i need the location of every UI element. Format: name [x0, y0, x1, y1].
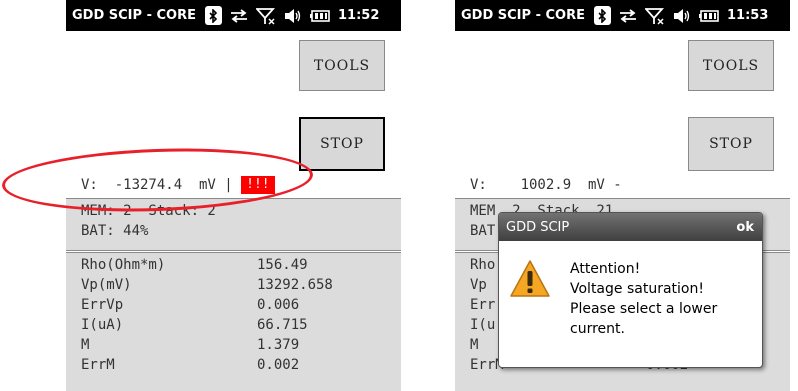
tools-button[interactable]: TOOLS [299, 40, 385, 91]
app-title: GDD SCIP - CORE [461, 8, 585, 23]
row-label: M [470, 337, 479, 353]
stop-button[interactable]: STOP [299, 117, 385, 171]
row-value: 0.006 [257, 297, 300, 313]
row-value: 1.379 [257, 337, 300, 353]
clock: 11:53 [726, 8, 769, 23]
voltage-saturation-dialog: GDD SCIP ok Attention! Voltage saturatio… [498, 212, 763, 368]
battery-icon [698, 9, 719, 22]
device-screen-right: GDD SCIP - CORE 11:53 TOOLS STOP V: 1002… [455, 0, 790, 391]
volume-icon [284, 8, 302, 24]
title-bar: GDD SCIP - CORE 11:53 [455, 0, 790, 31]
app-title: GDD SCIP - CORE [72, 8, 196, 23]
row-value: 156.49 [257, 257, 308, 273]
dialog-title: GDD SCIP [506, 219, 570, 235]
bluetooth-icon [593, 6, 611, 25]
row-label: Vp [470, 277, 487, 293]
memory-stack-line: MEM: 2 Stack: 2 [81, 203, 216, 219]
row-label: ErrVp [81, 297, 124, 313]
dialog-line: Please select a lower [570, 301, 718, 317]
row-label: ErrM [81, 357, 115, 373]
voltage-readout: V: -13274.4 mV | !!! [66, 173, 401, 197]
row-label: Err [470, 297, 496, 313]
sync-arrows-icon [619, 8, 637, 24]
dialog-line: current. [570, 321, 625, 337]
dialog-title-bar: GDD SCIP ok [499, 213, 762, 241]
dialog-ok-button[interactable]: ok [736, 220, 754, 235]
measurements-panel: Rho(Ohm*m) 156.49 Vp(mV) 13292.658 ErrVp 0.… [66, 252, 401, 391]
row-value: 66.715 [257, 317, 308, 333]
clock: 11:52 [337, 8, 380, 23]
battery-line: BAT [470, 223, 496, 239]
saturation-alert-badge: !!! [241, 176, 275, 194]
battery-line: BAT: 44% [81, 223, 149, 239]
device-screen-left: GDD SCIP - CORE 11:52 TOOLS STOP V: -132… [66, 0, 401, 391]
row-label: Rho(Ohm*m) [81, 257, 166, 273]
stop-button[interactable]: STOP [688, 117, 774, 171]
dialog-line: Voltage saturation! [570, 281, 704, 297]
row-label: M [81, 337, 90, 353]
dialog-line: Attention! [570, 261, 641, 277]
no-signal-icon [255, 7, 276, 25]
row-value: 0.002 [257, 357, 300, 373]
row-label: I(u [470, 317, 496, 333]
no-signal-icon [644, 7, 665, 25]
row-value: 13292.658 [257, 277, 333, 293]
memory-panel: MEM: 2 Stack: 2 BAT: 44% [66, 198, 401, 251]
battery-icon [309, 9, 330, 22]
warning-icon [509, 259, 551, 303]
voltage-readout: V: 1002.9 mV - [470, 177, 622, 193]
dialog-message: Attention! Voltage saturation! Please se… [570, 259, 717, 339]
row-label: Rho [470, 257, 496, 273]
title-bar: GDD SCIP - CORE 11:52 [66, 0, 401, 31]
volume-icon [673, 8, 691, 24]
voltage-text: V: -13274.4 mV | [81, 177, 233, 193]
dialog-body: Attention! Voltage saturation! Please se… [499, 241, 762, 367]
row-label: I(uA) [81, 317, 124, 333]
bluetooth-icon [204, 6, 222, 25]
sync-arrows-icon [230, 8, 248, 24]
tools-button[interactable]: TOOLS [688, 40, 774, 91]
row-label: Vp(mV) [81, 277, 132, 293]
